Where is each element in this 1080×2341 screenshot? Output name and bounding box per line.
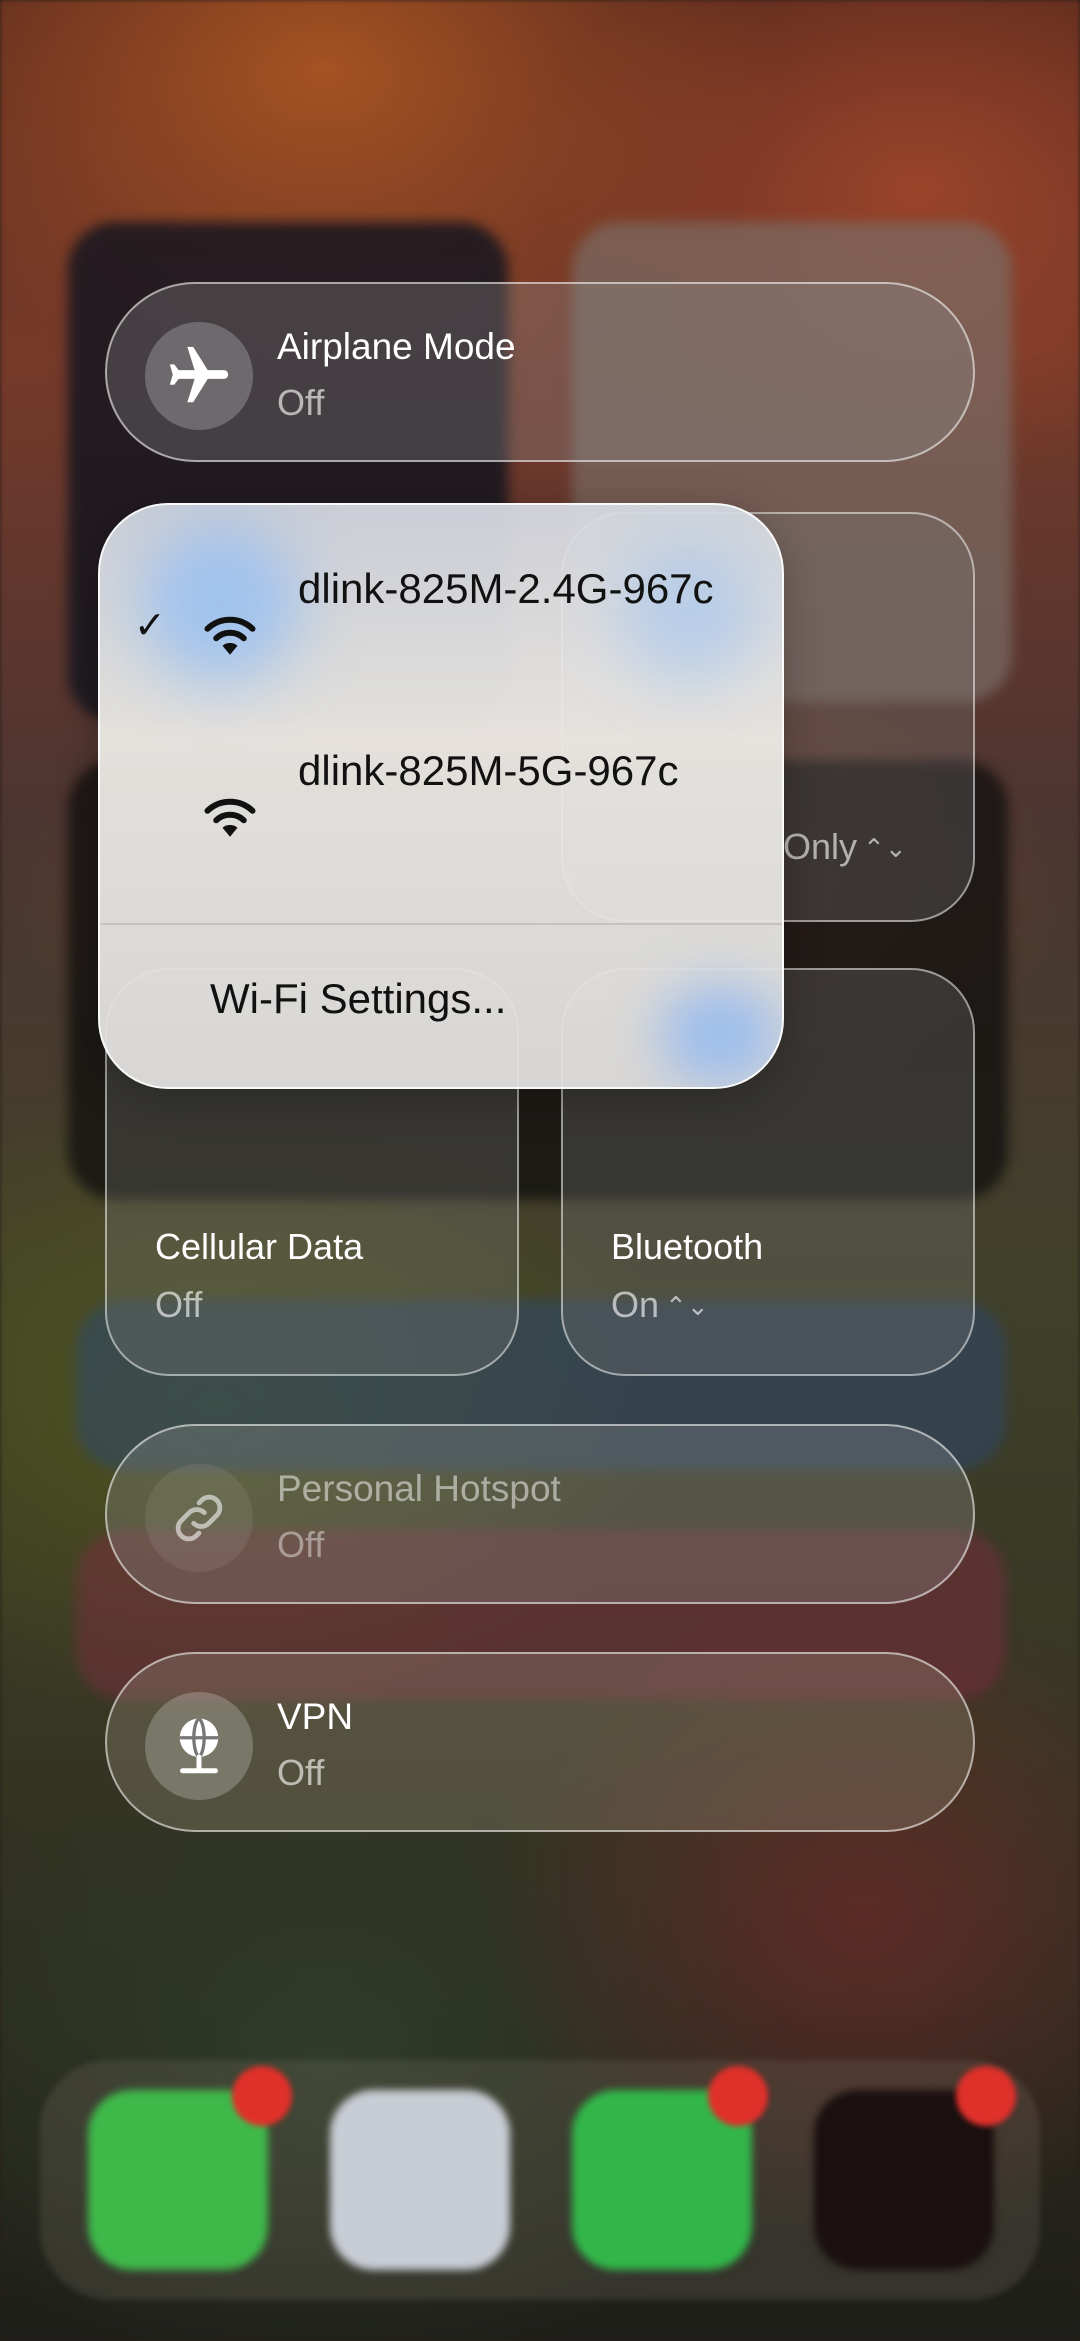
vpn-status: Off bbox=[277, 1752, 325, 1793]
airplane-mode-status: Off bbox=[277, 382, 325, 423]
wifi-network-name: dlink-825M-2.4G-967c bbox=[298, 565, 714, 612]
wifi-icon bbox=[204, 798, 256, 837]
wifi-network-item[interactable]: dlink-825M-5G-967c bbox=[100, 739, 782, 889]
bluetooth-title: Bluetooth bbox=[611, 1226, 764, 1267]
vpn-control[interactable]: VPN Off bbox=[105, 1652, 975, 1832]
wifi-network-item-selected[interactable]: ✓ dlink-825M-2.4G-967c bbox=[100, 557, 782, 707]
hotspot-icon-circle bbox=[145, 1464, 253, 1572]
partial-tile-status: Only ⌃⌄ bbox=[783, 826, 907, 867]
cellular-data-title: Cellular Data bbox=[155, 1226, 364, 1267]
wifi-icon bbox=[204, 616, 256, 655]
safari-app-icon bbox=[330, 2090, 510, 2270]
menu-divider bbox=[100, 923, 782, 925]
checkmark-icon: ✓ bbox=[134, 605, 166, 647]
wifi-network-menu: ✓ dlink-825M-2.4G-967c dlink-825M-5G-967… bbox=[98, 503, 784, 1089]
personal-hotspot-status: Off bbox=[277, 1524, 325, 1565]
airplane-mode-title: Airplane Mode bbox=[277, 326, 516, 367]
airplane-icon-circle bbox=[145, 322, 253, 430]
notification-badge bbox=[956, 2066, 1016, 2126]
wifi-network-name: dlink-825M-5G-967c bbox=[298, 747, 679, 794]
link-icon bbox=[175, 1494, 223, 1542]
cellular-data-status: Off bbox=[155, 1284, 203, 1325]
vpn-title: VPN bbox=[277, 1696, 354, 1737]
airplane-icon bbox=[169, 346, 229, 403]
chevron-up-down-icon: ⌃⌄ bbox=[665, 1291, 709, 1321]
bluetooth-status: On ⌃⌄ bbox=[611, 1284, 709, 1325]
airplane-mode-control[interactable]: Airplane Mode Off bbox=[105, 282, 975, 462]
menu-glow bbox=[660, 985, 780, 1085]
globe-network-icon bbox=[179, 1717, 219, 1774]
notification-badge bbox=[708, 2066, 768, 2126]
wifi-settings-item[interactable]: Wi-Fi Settings... bbox=[210, 975, 506, 1023]
personal-hotspot-control: Personal Hotspot Off bbox=[105, 1424, 975, 1604]
chevron-up-down-icon: ⌃⌄ bbox=[863, 833, 907, 863]
vpn-icon-circle bbox=[145, 1692, 253, 1800]
personal-hotspot-title: Personal Hotspot bbox=[277, 1468, 561, 1509]
notification-badge bbox=[232, 2066, 292, 2126]
